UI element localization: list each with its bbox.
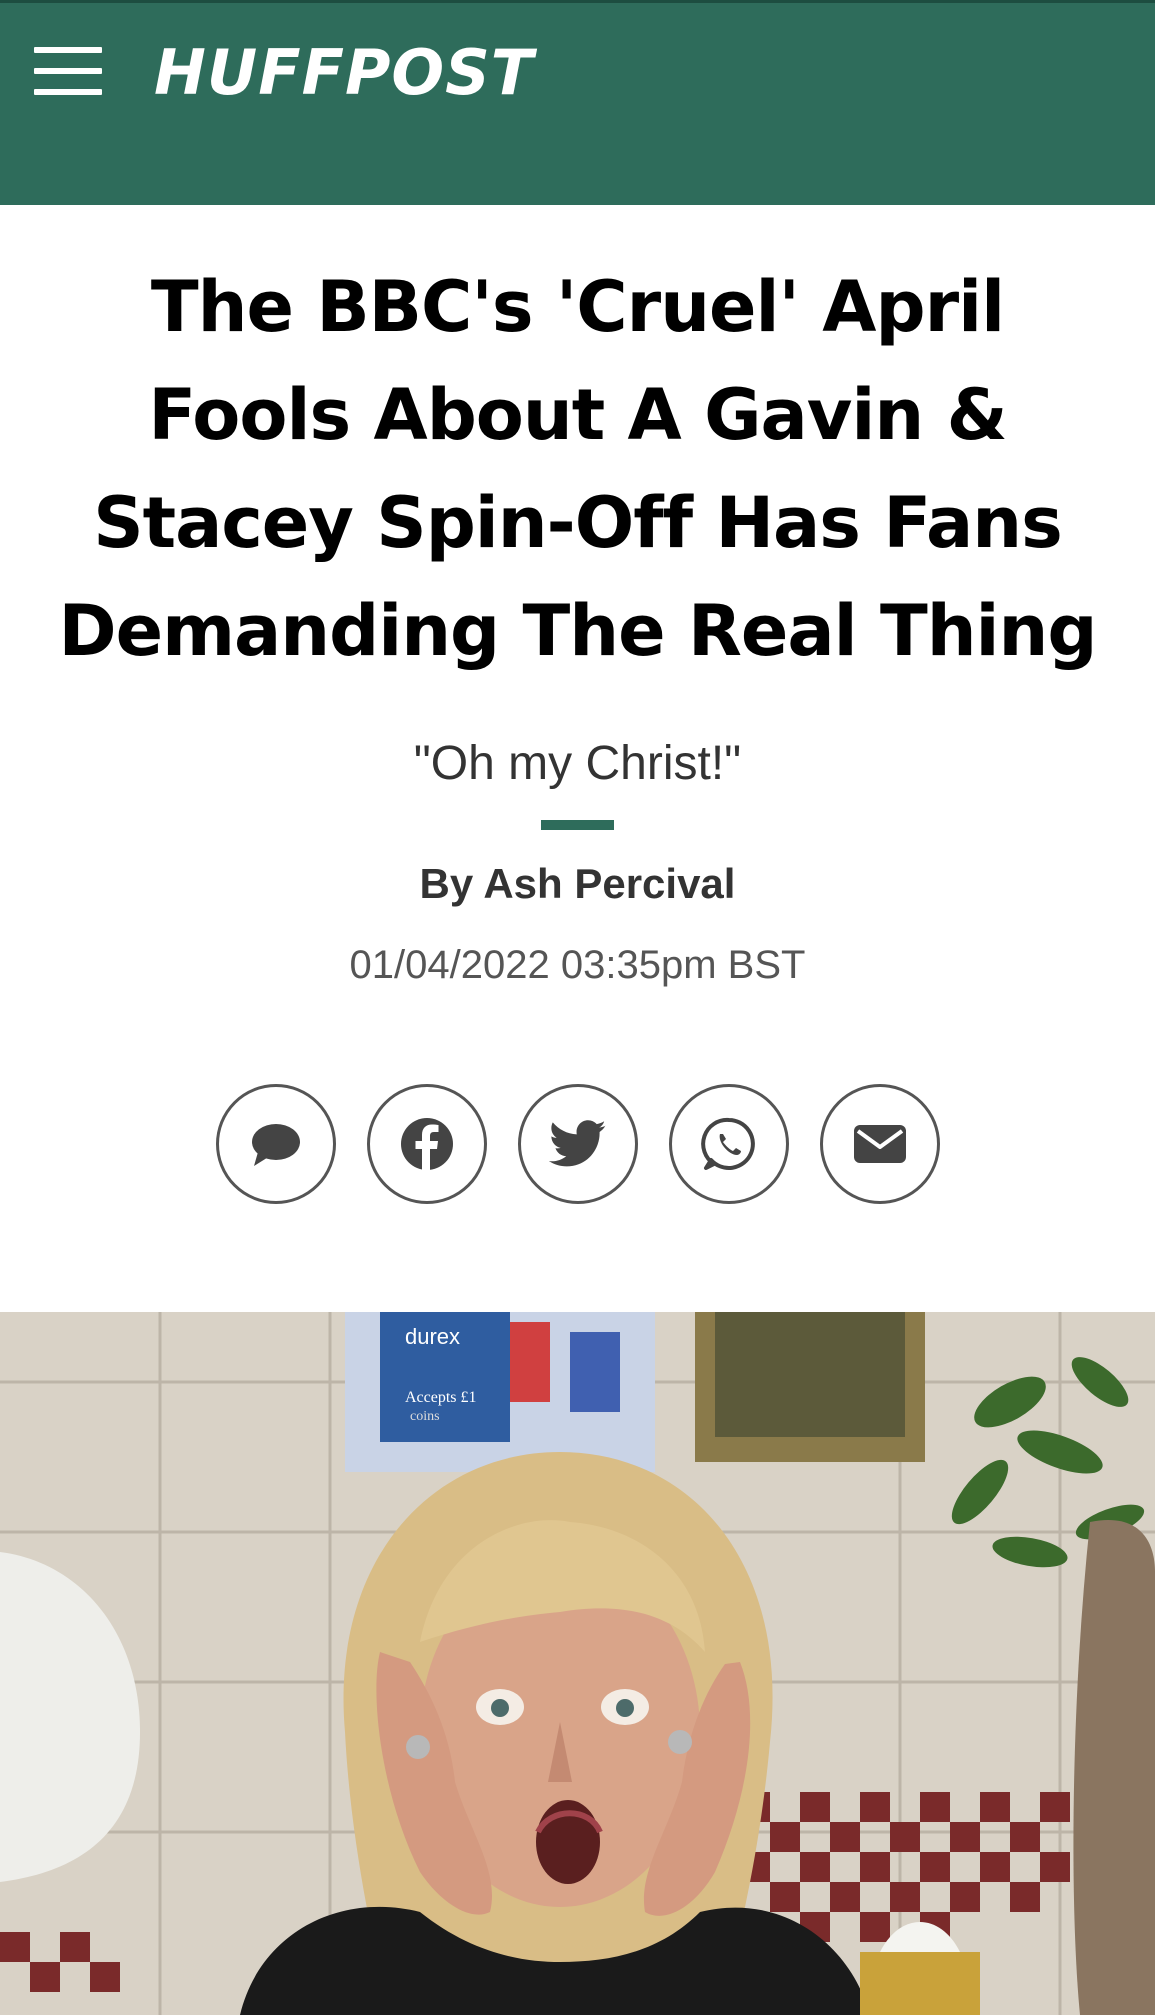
- hero-image: durex Accepts £1 coins: [0, 1312, 1155, 2015]
- comment-button[interactable]: [216, 1084, 336, 1204]
- coin-sign-text: Accepts £1: [405, 1389, 477, 1406]
- site-header: HUFFPOST: [0, 0, 1155, 205]
- headline-line: Fools About A Gavin &: [148, 374, 1007, 456]
- whatsapp-share-button[interactable]: [669, 1084, 789, 1204]
- article-timestamp: 01/04/2022 03:35pm BST: [349, 943, 806, 987]
- durex-sign-text: durex: [405, 1324, 460, 1349]
- headline-line: The BBC's 'Cruel' April: [150, 266, 1005, 348]
- comment-icon: [252, 1124, 300, 1166]
- twitter-icon: [549, 1120, 606, 1167]
- whatsapp-icon: [701, 1117, 755, 1170]
- huffpost-logo[interactable]: HUFFPOST: [154, 33, 534, 113]
- email-share-button[interactable]: [820, 1084, 940, 1204]
- headline-line: Stacey Spin-Off Has Fans: [93, 482, 1063, 564]
- facebook-share-button[interactable]: [367, 1084, 487, 1204]
- hamburger-menu-icon[interactable]: [34, 47, 102, 95]
- share-buttons: [216, 1084, 940, 1204]
- coin-sign-text-2: coins: [410, 1409, 440, 1424]
- facebook-icon: [401, 1118, 453, 1170]
- article-byline[interactable]: By Ash Percival: [0, 860, 1155, 908]
- headline-line: Demanding The Real Thing: [58, 590, 1098, 672]
- email-icon: [854, 1125, 906, 1163]
- article-headline: The BBC's 'Cruel' April Fools About A Ga…: [40, 253, 1115, 685]
- twitter-share-button[interactable]: [518, 1084, 638, 1204]
- hero-image-illustration: durex Accepts £1 coins: [0, 1312, 1155, 2015]
- article-subhead: "Oh my Christ!": [413, 737, 742, 790]
- accent-divider: [541, 820, 614, 830]
